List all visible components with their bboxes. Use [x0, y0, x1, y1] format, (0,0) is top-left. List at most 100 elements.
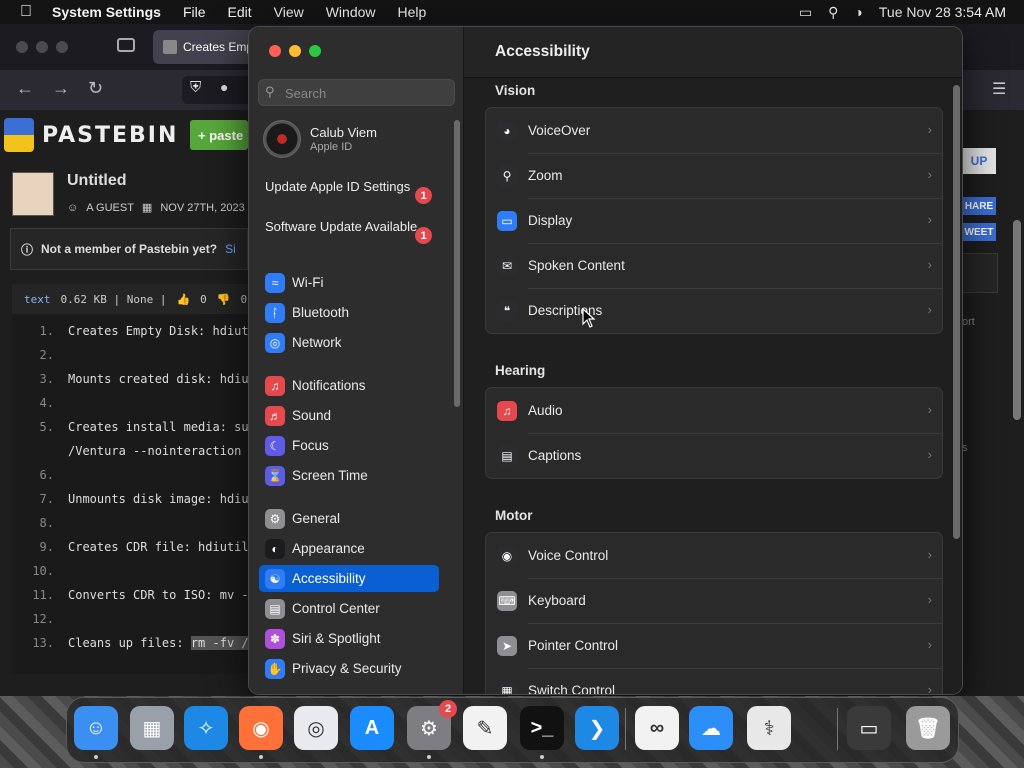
visual-studio-icon[interactable]: ∞: [635, 706, 679, 750]
paste-date: NOV 27TH, 2023: [160, 201, 245, 214]
chrome-icon[interactable]: ◎: [294, 706, 338, 750]
row-captions[interactable]: ▤ Captions ›: [486, 433, 942, 478]
launchpad-icon[interactable]: ▦: [130, 706, 174, 750]
row-spoken-content[interactable]: ✉ Spoken Content ›: [486, 243, 942, 288]
sidebar-item-notifications[interactable]: ♫ Notifications: [259, 372, 439, 399]
menu-view[interactable]: View: [263, 4, 315, 20]
content-title-bar: Accessibility: [464, 27, 962, 78]
row-switch-control[interactable]: ▦ Switch Control ›: [486, 668, 942, 694]
sidebar-scrollbar[interactable]: [454, 120, 460, 407]
firefox-icon[interactable]: ◉: [239, 706, 283, 759]
menu-clock[interactable]: Tue Nov 28 3:54 AM: [879, 4, 1006, 20]
sidebar-item-general[interactable]: ⚙ General: [259, 505, 439, 532]
chevron-right-icon: ›: [927, 637, 932, 652]
menu-help[interactable]: Help: [387, 4, 438, 20]
control-center-menu-icon[interactable]: ◑: [854, 4, 862, 20]
zoom-window-icon[interactable]: [309, 45, 321, 57]
trash-icon[interactable]: 🗑: [906, 706, 950, 750]
sidebar-item-siri-spotlight[interactable]: ✽ Siri & Spotlight: [259, 625, 439, 652]
like-icon[interactable]: 👍: [176, 293, 190, 306]
apple-menu-icon[interactable]: : [0, 3, 52, 21]
row-descriptions[interactable]: ❝ Descriptions ›: [486, 288, 942, 333]
sidebar-item-sound[interactable]: ♬ Sound: [259, 402, 439, 429]
pastebin-logo[interactable]: PASTEBIN: [4, 118, 178, 152]
pastebin-logo-icon: [4, 118, 34, 152]
mouse-cursor-icon: [582, 308, 596, 328]
sidebar-item-appearance[interactable]: ◐ Appearance: [259, 535, 439, 562]
notification-badge: 2: [439, 700, 457, 718]
sidebar-item-label: Bluetooth: [292, 305, 350, 320]
new-paste-button[interactable]: + paste: [190, 120, 248, 150]
row-audio[interactable]: ♫ Audio ›: [486, 388, 942, 433]
sidebar-item-screen-time[interactable]: ⌛ Screen Time: [259, 462, 439, 489]
spotlight-search-icon[interactable]: ⚲: [828, 4, 838, 21]
tab-overview-icon[interactable]: [117, 38, 135, 52]
back-icon[interactable]: ←: [16, 78, 34, 99]
onedrive-icon[interactable]: ☁: [689, 706, 733, 750]
share-button[interactable]: HARE: [962, 197, 996, 215]
row-voice-control[interactable]: ◉ Voice Control ›: [486, 533, 942, 578]
code-line: Converts CDR to ISO: mv -: [68, 588, 248, 602]
screen-mirroring-icon[interactable]: ▭: [799, 4, 812, 21]
minimize-window-icon[interactable]: [289, 45, 301, 57]
row-voiceover[interactable]: ◕ VoiceOver ›: [486, 108, 942, 153]
settings-group-vision: ◕ VoiceOver › ⚲ Zoom › ▭ Display › ✉ Spoken Conten…: [485, 107, 943, 334]
sidebar-item-focus[interactable]: ☾ Focus: [259, 432, 439, 459]
settings-sidebar: ⚲ Calub Viem Apple ID Update Apple ID Se…: [249, 27, 464, 694]
finder-icon[interactable]: ☺: [74, 706, 118, 759]
safari-icon[interactable]: ✧: [184, 706, 228, 750]
downloads-stack-icon[interactable]: ▭: [847, 706, 891, 750]
notification-badge: 1: [415, 227, 432, 244]
signup-button[interactable]: UP: [962, 148, 996, 174]
browser-scrollbar[interactable]: [1013, 220, 1021, 420]
signup-link[interactable]: Si: [225, 242, 236, 256]
signup-notice: ⓘ Not a member of Pastebin yet? Si: [10, 228, 248, 270]
forward-icon[interactable]: →: [52, 78, 70, 99]
line-number: 2.: [39, 348, 54, 362]
info-icon: ⓘ: [21, 242, 34, 257]
row-pointer-control[interactable]: ➤ Pointer Control ›: [486, 623, 942, 668]
right-panel: [962, 253, 998, 293]
system-settings-icon[interactable]: ⚙ 2: [407, 700, 457, 759]
sidebar-item-accessibility[interactable]: ☯ Accessibility: [259, 565, 439, 592]
sidebar-item-wi-fi[interactable]: ≈ Wi-Fi: [259, 269, 439, 296]
terminal-icon[interactable]: >_: [520, 706, 564, 759]
search-input[interactable]: [285, 84, 450, 102]
row-keyboard[interactable]: ⌨ Keyboard ›: [486, 578, 942, 623]
update-apple-id-item[interactable]: Update Apple ID Settings 1: [265, 179, 445, 204]
vscode-icon[interactable]: ❯: [575, 706, 619, 750]
menu-file[interactable]: File: [172, 4, 217, 20]
menu-window[interactable]: Window: [315, 4, 387, 20]
row-label: Audio: [528, 403, 563, 418]
row-zoom[interactable]: ⚲ Zoom ›: [486, 153, 942, 198]
menu-app-name[interactable]: System Settings: [52, 4, 172, 20]
software-update-item[interactable]: Software Update Available 1: [265, 219, 445, 244]
menu-edit[interactable]: Edit: [217, 4, 263, 20]
sidebar-item-control-center[interactable]: ▤ Control Center: [259, 595, 439, 622]
section-heading-vision: Vision: [495, 83, 536, 98]
app-store-icon[interactable]: A: [350, 706, 394, 750]
tweet-button[interactable]: WEET: [962, 223, 996, 241]
code-block[interactable]: 1. Creates Empty Disk: hdiut 2. 3. Mounts cr…: [12, 314, 248, 674]
reload-icon[interactable]: ↻: [88, 78, 103, 99]
dislike-icon[interactable]: 👎: [217, 293, 231, 306]
hamburger-menu-icon[interactable]: ☰: [992, 79, 1006, 99]
content-scrollbar[interactable]: [953, 85, 960, 539]
textedit-icon[interactable]: ✎: [463, 706, 507, 750]
shield-icon[interactable]: ⛨: [190, 79, 201, 96]
apple-id-account[interactable]: Calub Viem Apple ID: [263, 119, 453, 159]
row-display[interactable]: ▭ Display ›: [486, 198, 942, 243]
sidebar-item-network[interactable]: ◎ Network: [259, 329, 439, 356]
report-link[interactable]: ort: [962, 316, 975, 328]
disk-utility-icon[interactable]: ⚕: [747, 706, 791, 750]
sidebar-item-bluetooth[interactable]: ᛛ Bluetooth: [259, 299, 439, 326]
browser-tab[interactable]: Creates Emp: [153, 30, 263, 64]
dock-separator: [625, 708, 626, 750]
close-window-icon[interactable]: [269, 45, 281, 57]
code-language[interactable]: text: [24, 293, 51, 306]
paste-author[interactable]: A GUEST: [86, 202, 134, 214]
settings-search[interactable]: ⚲: [258, 79, 455, 106]
code-line: /Ventura --nointeraction: [68, 444, 242, 458]
sidebar-item-privacy-security[interactable]: ✋ Privacy & Security: [259, 655, 439, 682]
browser-window-controls[interactable]: [16, 41, 68, 53]
